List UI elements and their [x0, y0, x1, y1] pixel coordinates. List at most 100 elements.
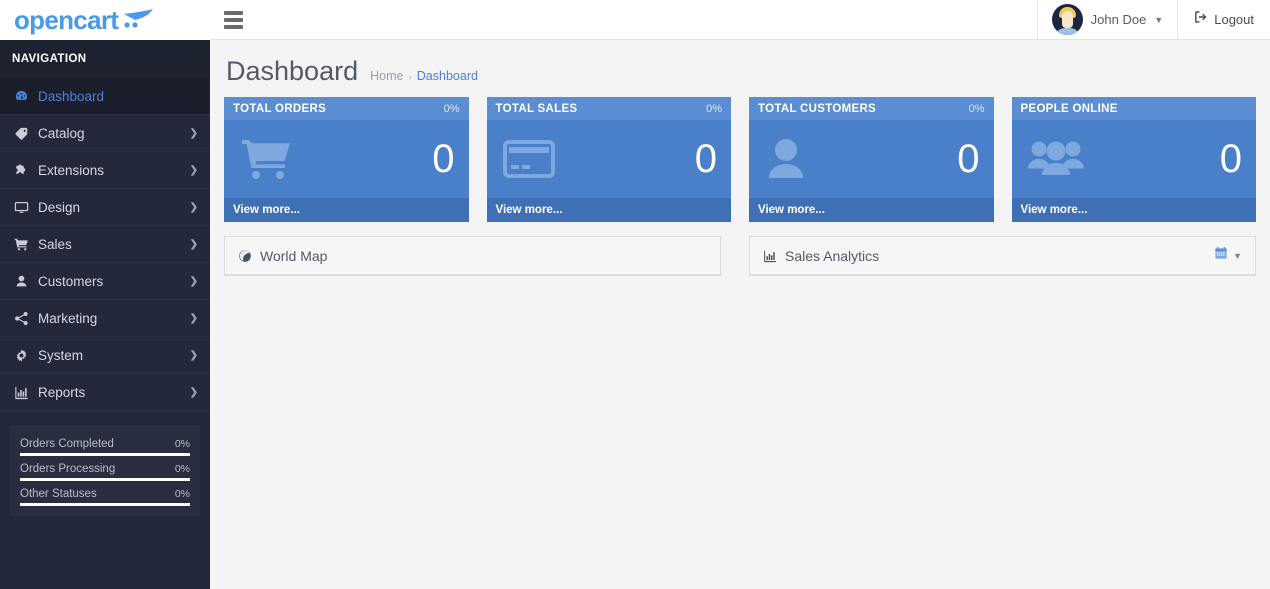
chevron-right-icon: ❯ [189, 312, 198, 324]
tile-value: 0 [957, 137, 980, 181]
chevron-right-icon: ❯ [189, 349, 198, 361]
stat-label: Other Statuses [20, 488, 97, 500]
world-map-panel: World Map + − [224, 236, 721, 276]
globe-icon [238, 249, 252, 263]
tile-total-sales[interactable]: TOTAL SALES 0% 0 View more... [486, 97, 731, 222]
tile-value: 0 [432, 137, 455, 181]
sidebar-item-label: Marketing [38, 310, 98, 326]
logout-label: Logout [1214, 12, 1254, 27]
tile-total-orders[interactable]: TOTAL ORDERS 0% 0 View more... [224, 97, 469, 222]
tile-footer-link[interactable]: View more... [749, 198, 994, 222]
sidebar-item-marketing[interactable]: Marketing ❯ [0, 300, 210, 337]
sidebar-item-label: Reports [38, 384, 86, 400]
chevron-right-icon: ❯ [189, 127, 198, 139]
chevron-right-icon: ❯ [189, 201, 198, 213]
tile-footer-link[interactable]: View more... [224, 198, 469, 222]
navigation-header: NAVIGATION [0, 40, 210, 78]
desktop-icon [14, 200, 38, 215]
tile-percent: 0% [443, 102, 460, 115]
shopping-cart-icon [122, 7, 156, 29]
sidebar-item-catalog[interactable]: Catalog ❯ [0, 115, 210, 152]
shopping-cart-icon [14, 237, 38, 252]
chevron-right-icon: ❯ [189, 386, 198, 398]
sales-analytics-panel: Sales Analytics ▼ 1.0 0.5 0.0 -0.5 -1.0 … [749, 236, 1256, 276]
stat-label: Orders Processing [20, 463, 116, 475]
tile-title: TOTAL ORDERS [233, 102, 327, 115]
brand-name: opencart [14, 5, 119, 35]
sidebar-item-customers[interactable]: Customers ❯ [0, 263, 210, 300]
users-group-icon [1027, 138, 1084, 180]
breadcrumb: Home › Dashboard [370, 69, 478, 83]
panel-header: Sales Analytics ▼ [750, 237, 1255, 275]
dashboard-gauge-icon [14, 89, 38, 104]
stat-tiles: TOTAL ORDERS 0% 0 View more... TOTAL SAL… [224, 97, 1256, 222]
avatar [1051, 4, 1083, 35]
page-header: Dashboard Home › Dashboard [210, 40, 1270, 97]
order-status-stats: Orders Completed 0% Orders Processing 0%… [10, 425, 200, 516]
chevron-down-icon: ▼ [1233, 250, 1242, 261]
stat-percent: 0% [174, 463, 190, 475]
main-area: John Doe ▼ Logout Dashboard Home › Dashb… [210, 0, 1270, 589]
sidebar-item-design[interactable]: Design ❯ [0, 189, 210, 226]
sidebar-nav: Dashboard Catalog ❯ Extensions ❯ Design … [0, 78, 210, 411]
breadcrumb-item-home[interactable]: Home [370, 69, 403, 83]
gear-icon [14, 348, 38, 363]
tile-percent: 0% [968, 102, 985, 115]
bar-chart-icon [763, 249, 777, 263]
tag-icon [14, 126, 38, 141]
panels-row: World Map + − [224, 236, 1256, 276]
tile-people-online[interactable]: PEOPLE ONLINE 0 View more... [1011, 97, 1256, 222]
page-title: Dashboard [226, 56, 359, 86]
stat-progress-bar [20, 503, 190, 506]
tile-title: TOTAL CUSTOMERS [758, 102, 877, 115]
chevron-right-icon: ❯ [189, 275, 198, 287]
tile-total-customers[interactable]: TOTAL CUSTOMERS 0% 0 View more... [749, 97, 994, 222]
stat-percent: 0% [174, 438, 190, 450]
user-name: John Doe [1090, 12, 1147, 27]
sidebar-item-label: System [38, 347, 84, 363]
chevron-right-icon: ❯ [189, 164, 198, 176]
shopping-cart-icon [240, 136, 294, 182]
brand-logo[interactable]: opencart [0, 0, 210, 40]
sidebar-item-dashboard[interactable]: Dashboard [0, 78, 210, 115]
stat-row: Orders Completed 0% [20, 431, 190, 456]
stat-row: Other Statuses 0% [20, 481, 190, 506]
user-menu[interactable]: John Doe ▼ [1036, 0, 1178, 40]
sidebar-item-system[interactable]: System ❯ [0, 337, 210, 374]
credit-card-icon [502, 139, 555, 179]
user-icon [765, 137, 807, 181]
sidebar-item-label: Dashboard [38, 88, 105, 104]
logout-button[interactable]: Logout [1177, 0, 1270, 40]
panel-title: World Map [260, 247, 328, 264]
user-icon [14, 274, 38, 289]
content: TOTAL ORDERS 0% 0 View more... TOTAL SAL… [210, 97, 1270, 276]
dashboard-page: opencart NAVIGATION Dashboard Catalog ❯ … [0, 0, 1270, 589]
sidebar-item-label: Catalog [38, 125, 85, 141]
tile-title: PEOPLE ONLINE [1020, 102, 1118, 115]
date-range-dropdown[interactable]: ▼ [1214, 246, 1242, 265]
chevron-down-icon: ▼ [1154, 14, 1164, 25]
breadcrumb-separator: › [408, 72, 412, 83]
tile-footer-link[interactable]: View more... [1011, 198, 1256, 222]
sidebar-item-label: Customers [38, 273, 104, 289]
sidebar-item-extensions[interactable]: Extensions ❯ [0, 152, 210, 189]
sidebar-item-label: Extensions [38, 162, 105, 178]
sidebar-item-label: Sales [38, 236, 72, 252]
tile-title: TOTAL SALES [495, 102, 578, 115]
stat-percent: 0% [174, 488, 190, 500]
breadcrumb-item-dashboard[interactable]: Dashboard [417, 69, 478, 83]
stat-label: Orders Completed [20, 438, 114, 450]
sidebar-item-sales[interactable]: Sales ❯ [0, 226, 210, 263]
share-nodes-icon [14, 311, 38, 326]
calendar-icon [1214, 246, 1228, 265]
tile-footer-link[interactable]: View more... [486, 198, 731, 222]
tile-value: 0 [1219, 137, 1242, 181]
stat-row: Orders Processing 0% [20, 456, 190, 481]
sign-out-icon [1194, 10, 1208, 29]
tile-value: 0 [694, 137, 717, 181]
sidebar-item-reports[interactable]: Reports ❯ [0, 374, 210, 411]
sidebar: opencart NAVIGATION Dashboard Catalog ❯ … [0, 0, 210, 589]
tile-percent: 0% [706, 102, 722, 115]
panel-header: World Map [225, 237, 720, 275]
hamburger-icon[interactable] [210, 0, 256, 40]
